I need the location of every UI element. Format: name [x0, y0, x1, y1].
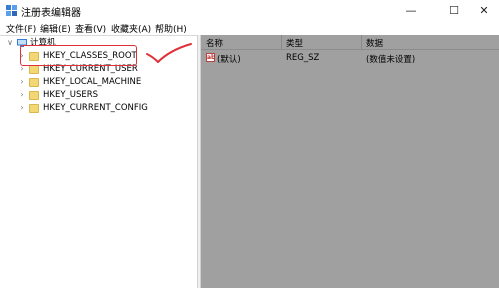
value-name: (默认)	[217, 55, 241, 65]
string-value-icon: ab	[206, 53, 216, 62]
chevron-right-icon[interactable]: ›	[18, 77, 26, 87]
close-button[interactable]: ✕	[470, 0, 498, 21]
folder-icon	[29, 78, 39, 87]
column-divider[interactable]	[281, 35, 282, 49]
tree-item-label: HKEY_CURRENT_CONFIG	[43, 103, 148, 113]
value-row[interactable]: ab (默认) REG_SZ (数值未设置)	[201, 51, 499, 65]
tree-item-hkey-users[interactable]: › HKEY_USERS	[0, 89, 197, 101]
chevron-right-icon[interactable]: ›	[18, 90, 26, 100]
value-data: (数值未设置)	[366, 55, 416, 65]
tree-item-label: HKEY_LOCAL_MACHINE	[43, 77, 142, 87]
chevron-right-icon[interactable]: ›	[18, 103, 26, 113]
folder-icon	[29, 65, 39, 74]
column-header-name[interactable]: 名称	[206, 37, 223, 49]
column-header-type[interactable]: 类型	[286, 37, 303, 49]
column-header-data[interactable]: 数据	[366, 37, 383, 49]
window-title: 注册表编辑器	[21, 8, 81, 19]
registry-tree[interactable]: ∨ 计算机 › HKEY_CLASSES_ROOT › HKEY_CURRENT…	[0, 35, 197, 289]
tree-item-label: HKEY_USERS	[43, 90, 99, 100]
annotation-highlight-box	[20, 45, 137, 66]
menu-view[interactable]: 查看(V)	[75, 22, 106, 35]
title-bar: 注册表编辑器 — ☐ ✕	[0, 0, 499, 21]
column-divider[interactable]	[361, 35, 362, 49]
tree-item-hkey-current-config[interactable]: › HKEY_CURRENT_CONFIG	[0, 102, 197, 114]
tree-item-hkey-local-machine[interactable]: › HKEY_LOCAL_MACHINE	[0, 76, 197, 88]
annotation-checkmark-icon	[146, 43, 192, 63]
menu-bar: 文件(F) 编辑(E) 查看(V) 收藏夹(A) 帮助(H)	[0, 21, 499, 35]
folder-icon	[29, 104, 39, 113]
menu-favorites[interactable]: 收藏夹(A)	[111, 22, 151, 35]
folder-icon	[29, 91, 39, 100]
values-header: 名称 类型 数据	[201, 35, 499, 50]
menu-file[interactable]: 文件(F)	[6, 22, 36, 35]
maximize-button[interactable]: ☐	[440, 0, 468, 21]
registry-editor-icon	[6, 5, 17, 16]
minimize-button[interactable]: —	[397, 0, 425, 21]
value-type: REG_SZ	[286, 53, 320, 63]
values-pane[interactable]: 名称 类型 数据 ab (默认) REG_SZ (数值未设置)	[201, 35, 499, 288]
chevron-down-icon[interactable]: ∨	[6, 38, 14, 48]
menu-help[interactable]: 帮助(H)	[155, 22, 187, 35]
menu-edit[interactable]: 编辑(E)	[40, 22, 71, 35]
